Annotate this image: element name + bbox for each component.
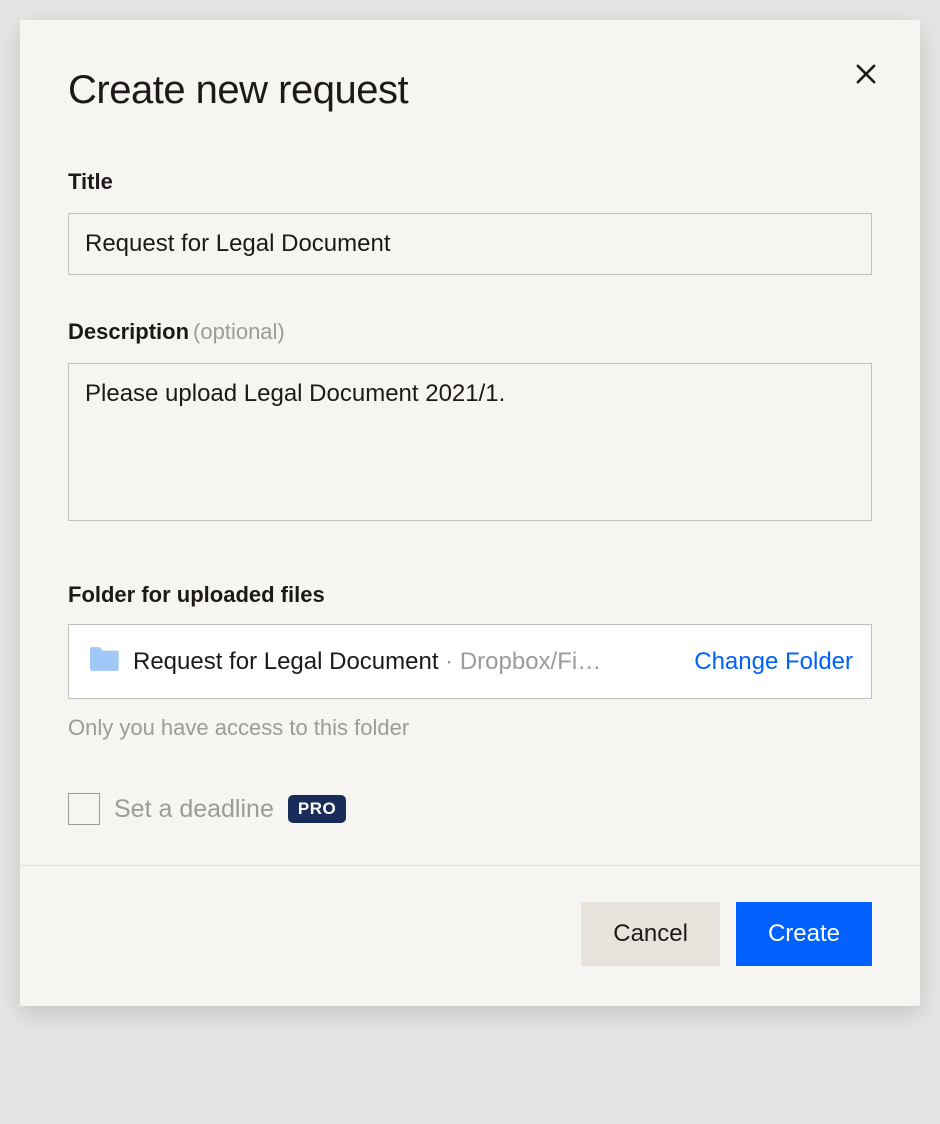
description-optional: (optional) — [193, 319, 285, 344]
modal-title: Create new request — [68, 68, 408, 113]
cancel-button[interactable]: Cancel — [581, 902, 720, 966]
folder-label: Folder for uploaded files — [68, 582, 325, 607]
folder-group: Folder for uploaded files Request for Le… — [68, 582, 872, 741]
modal-body: Create new request Title Description(opt… — [20, 20, 920, 865]
folder-path-text: Request for Legal Document · Dropbox/Fi… — [133, 648, 670, 676]
create-button[interactable]: Create — [736, 902, 872, 966]
modal-header: Create new request — [68, 68, 872, 113]
create-request-modal: Create new request Title Description(opt… — [20, 20, 920, 1006]
folder-path: · Dropbox/Fi… — [439, 648, 602, 675]
close-button[interactable] — [848, 56, 884, 95]
deadline-checkbox[interactable] — [68, 793, 100, 825]
title-group: Title — [68, 169, 872, 275]
title-input[interactable] — [68, 213, 872, 275]
deadline-label: Set a deadline — [114, 795, 274, 824]
deadline-row: Set a deadline PRO — [68, 793, 872, 825]
folder-name: Request for Legal Document — [133, 648, 439, 675]
modal-footer: Cancel Create — [20, 865, 920, 1006]
folder-icon — [87, 645, 121, 678]
pro-badge: PRO — [288, 795, 346, 823]
description-input[interactable] — [68, 363, 872, 521]
change-folder-button[interactable]: Change Folder — [682, 648, 853, 676]
title-label: Title — [68, 169, 113, 194]
description-label: Description — [68, 319, 189, 344]
description-group: Description(optional) — [68, 319, 872, 526]
folder-helper-text: Only you have access to this folder — [68, 715, 872, 741]
close-icon — [852, 76, 880, 91]
folder-selector: Request for Legal Document · Dropbox/Fi…… — [68, 624, 872, 699]
